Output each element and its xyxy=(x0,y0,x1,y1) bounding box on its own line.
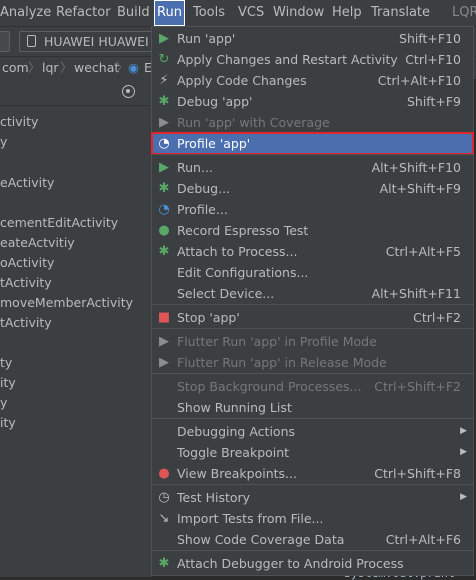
tree-item[interactable]: ctivity xyxy=(0,112,38,132)
flutter-run-icon: ▶ xyxy=(159,334,169,349)
run-menu: ▶ Run 'app' Shift+F10 ↻ Apply Changes an… xyxy=(151,26,474,576)
menu-item-import-tests[interactable]: ↘ Import Tests from File... xyxy=(152,508,473,529)
menu-item-toggle-breakpoint[interactable]: Toggle Breakpoint ▶ xyxy=(152,442,473,463)
run-icon: ▶ xyxy=(159,31,169,46)
attach-debugger-icon: ✱ xyxy=(158,556,170,571)
tree-item[interactable]: ity xyxy=(0,373,16,393)
menu-separator xyxy=(152,373,473,374)
apply-changes-icon: ↻ xyxy=(158,52,170,67)
chevron-right-icon: 〉 xyxy=(28,60,41,75)
menu-item-show-running-list[interactable]: Show Running List xyxy=(152,397,473,418)
menu-bar: Analyze Refactor Build Run Tools VCS Win… xyxy=(0,0,476,26)
menu-item-edit-configurations[interactable]: Edit Configurations... xyxy=(152,262,473,283)
chevron-right-icon: 〉 xyxy=(116,60,129,75)
history-icon: ◷ xyxy=(158,490,170,505)
class-icon: ◉ xyxy=(128,60,139,75)
menu-analyze[interactable]: Analyze xyxy=(0,0,51,26)
menu-item-stop-background[interactable]: Stop Background Processes... Ctrl+Shift+… xyxy=(152,376,473,397)
profile-icon: ◔ xyxy=(158,202,170,217)
menu-item-profile-dots[interactable]: ◔ Profile... xyxy=(152,199,473,220)
tree-item[interactable]: ty xyxy=(0,353,12,373)
tree-item[interactable]: ity xyxy=(0,413,16,433)
breakpoints-icon: ● xyxy=(158,466,170,481)
tree-item[interactable]: moveMemberActivity xyxy=(0,293,133,313)
project-panel-header xyxy=(0,79,152,106)
menu-separator xyxy=(152,328,473,329)
apply-code-changes-icon: ⚡ xyxy=(159,73,169,88)
tree-item[interactable]: eateActvitiy xyxy=(0,233,75,253)
profile-icon: ◔ xyxy=(158,136,170,151)
menu-item-show-coverage-data[interactable]: Show Code Coverage Data Ctrl+Alt+F6 xyxy=(152,529,473,550)
menu-item-view-breakpoints[interactable]: ● View Breakpoints... Ctrl+Shift+F8 xyxy=(152,463,473,484)
stop-icon: ■ xyxy=(157,310,171,325)
tree-item[interactable]: oActivity xyxy=(0,253,54,273)
menu-item-apply-code-changes[interactable]: ⚡ Apply Code Changes Ctrl+Alt+F10 xyxy=(152,70,473,91)
menu-build[interactable]: Build xyxy=(117,0,150,26)
menu-item-test-history[interactable]: ◷ Test History ▶ xyxy=(152,487,473,508)
menu-separator xyxy=(152,418,473,419)
tree-item[interactable]: tActivity xyxy=(0,313,52,333)
tree-item[interactable]: eActivity xyxy=(0,173,54,193)
menu-item-select-device[interactable]: Select Device... Alt+Shift+F11 xyxy=(152,283,473,304)
run-icon: ▶ xyxy=(159,160,169,175)
menu-item-run-dots[interactable]: ▶ Run... Alt+Shift+F10 xyxy=(152,157,473,178)
menu-tools[interactable]: Tools xyxy=(193,0,225,26)
import-icon: ↘ xyxy=(158,511,170,526)
device-label: HUAWEI HUAWEI M xyxy=(44,34,159,49)
menu-item-profile-app[interactable]: ◔ Profile 'app' xyxy=(151,132,474,155)
menu-item-apply-changes-restart[interactable]: ↻ Apply Changes and Restart Activity Ctr… xyxy=(152,49,473,70)
submenu-arrow-icon: ▶ xyxy=(460,426,467,436)
menu-translate[interactable]: Translate xyxy=(371,0,430,26)
submenu-arrow-icon: ▶ xyxy=(460,492,467,502)
menu-item-debug-app[interactable]: ✱ Debug 'app' Shift+F9 xyxy=(152,91,473,112)
menu-separator xyxy=(152,550,473,551)
record-icon: ● xyxy=(158,223,170,238)
tree-item[interactable]: cementEditActivity xyxy=(0,213,118,233)
menu-item-flutter-profile[interactable]: ▶ Flutter Run 'app' in Profile Mode xyxy=(152,331,473,352)
menu-item-run-app[interactable]: ▶ Run 'app' Shift+F10 xyxy=(152,28,473,49)
menu-separator xyxy=(152,304,473,305)
menu-item-record-espresso[interactable]: ● Record Espresso Test xyxy=(152,220,473,241)
coverage-icon: ▶ xyxy=(159,115,169,130)
breadcrumb-wechat[interactable]: wechat xyxy=(74,57,119,79)
tree-item[interactable]: y xyxy=(0,393,7,413)
debug-icon: ✱ xyxy=(158,181,170,196)
phone-icon xyxy=(27,35,36,47)
attach-icon: ✱ xyxy=(158,244,170,259)
menu-item-run-with-coverage[interactable]: ▶ Run 'app' with Coverage xyxy=(152,112,473,133)
submenu-arrow-icon: ▶ xyxy=(460,447,467,457)
breadcrumb-lqr[interactable]: lqr xyxy=(42,57,59,79)
flutter-run-icon: ▶ xyxy=(159,355,169,370)
menu-refactor[interactable]: Refactor xyxy=(56,0,111,26)
tree-item[interactable]: y xyxy=(0,132,7,152)
project-name: LQR xyxy=(452,5,476,20)
menu-item-debug-dots[interactable]: ✱ Debug... Alt+Shift+F9 xyxy=(152,178,473,199)
menu-window[interactable]: Window xyxy=(273,0,324,26)
menu-separator xyxy=(152,484,473,485)
menu-item-debugging-actions[interactable]: Debugging Actions ▶ xyxy=(152,421,473,442)
menu-item-attach-process[interactable]: ✱ Attach to Process... Ctrl+Alt+F5 xyxy=(152,241,473,262)
project-tree: ctivity y eActivity cementEditActivity e… xyxy=(0,106,152,577)
chevron-right-icon: 〉 xyxy=(60,60,73,75)
menu-item-attach-debugger[interactable]: ✱ Attach Debugger to Android Process xyxy=(152,553,473,574)
config-dropdown[interactable] xyxy=(0,31,10,52)
menu-run[interactable]: Run xyxy=(154,0,185,26)
debug-icon: ✱ xyxy=(158,94,170,109)
menu-item-flutter-release[interactable]: ▶ Flutter Run 'app' in Release Mode xyxy=(152,352,473,373)
menu-separator xyxy=(152,154,473,155)
breadcrumb-com[interactable]: com xyxy=(2,57,29,79)
locate-file-icon[interactable] xyxy=(122,85,135,98)
menu-item-stop-app[interactable]: ■ Stop 'app' Ctrl+F2 xyxy=(152,307,473,328)
menu-vcs[interactable]: VCS xyxy=(238,0,264,26)
device-selector[interactable]: HUAWEI HUAWEI M xyxy=(19,31,159,52)
menu-help[interactable]: Help xyxy=(332,0,362,26)
tree-item[interactable]: tActivity xyxy=(0,273,52,293)
